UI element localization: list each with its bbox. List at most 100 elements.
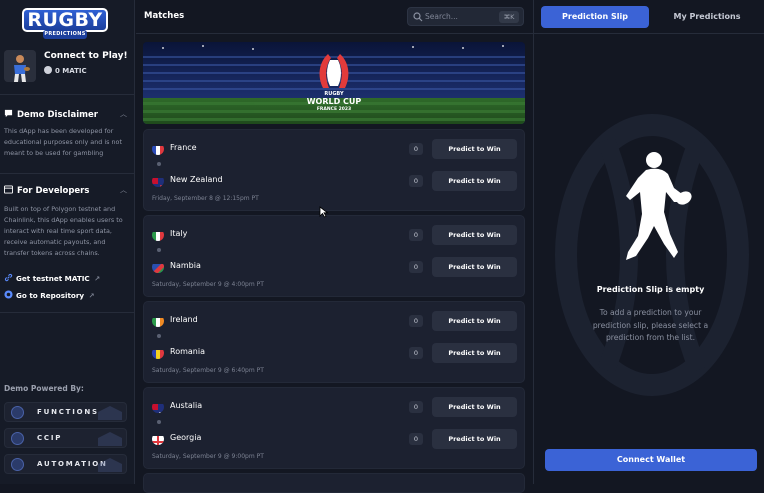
chainlink-hex-icon	[98, 406, 122, 420]
versus-dot	[157, 420, 161, 424]
team-name: Austalia	[170, 401, 203, 410]
chainlink-hex-icon	[98, 432, 122, 446]
banner-line3: FRANCE 2023	[316, 107, 352, 112]
service-label: FUNCTIONS	[37, 408, 99, 416]
match-date: Friday, September 8 @ 12:15pm PT	[152, 195, 259, 202]
tab-my-predictions[interactable]: My Predictions	[655, 6, 759, 28]
match-date: Saturday, September 9 @ 4:00pm PT	[152, 281, 264, 288]
service-label: CCIP	[37, 434, 63, 442]
disclaimer-text: This dApp has been developed for educati…	[4, 127, 122, 157]
flag-ireland-icon	[152, 315, 164, 327]
github-icon	[4, 290, 13, 299]
world-cup-banner: RUGBY WORLD CUP FRANCE 2023	[143, 42, 525, 124]
chat-bubble-icon	[4, 109, 13, 118]
prediction-count: 0	[409, 261, 423, 273]
get-testnet-matic-link[interactable]: Get testnet MATIC ↗	[4, 273, 100, 283]
predict-to-win-button[interactable]: Predict to Win	[432, 139, 517, 159]
flag-new-zealand-icon	[152, 175, 164, 187]
team-name: Italy	[170, 229, 188, 238]
developers-header[interactable]: For Developers	[4, 185, 89, 196]
prediction-count: 0	[409, 175, 423, 187]
external-link-icon: ↗	[88, 292, 95, 300]
empty-slip-text: To add a prediction to your prediction s…	[592, 308, 709, 342]
predict-to-win-button[interactable]: Predict to Win	[432, 171, 517, 191]
team-name: Ireland	[170, 315, 198, 324]
match-card: France New Zealand 0 0 Predict to Win Pr…	[143, 129, 525, 211]
search-icon	[413, 12, 423, 22]
matches-title: Matches	[144, 11, 185, 21]
match-card: Ireland Romania 0 0 Predict to Win Predi…	[143, 301, 525, 383]
disclaimer-title: Demo Disclaimer	[17, 110, 98, 120]
prediction-count: 0	[409, 229, 423, 241]
match-date: Saturday, September 9 @ 9:00pm PT	[152, 453, 264, 460]
player-avatar	[4, 50, 36, 82]
go-to-repository-link[interactable]: Go to Repository ↗	[4, 290, 94, 300]
match-card: Italy Nambia 0 0 Predict to Win Predict …	[143, 215, 525, 297]
predict-to-win-button[interactable]: Predict to Win	[432, 397, 517, 417]
predict-to-win-button[interactable]: Predict to Win	[432, 429, 517, 449]
flag-romania-icon	[152, 347, 164, 359]
divider	[534, 33, 764, 34]
divider	[0, 312, 134, 313]
developers-title: For Developers	[17, 186, 90, 196]
logo-title: RUGBY	[22, 8, 108, 32]
prediction-count: 0	[409, 315, 423, 327]
versus-dot	[157, 248, 161, 252]
team-name: France	[170, 143, 197, 152]
empty-slip-title: Prediction Slip is empty	[596, 285, 705, 294]
sidebar: RUGBY PREDICTIONS Connect to Play! 0 MAT…	[0, 0, 135, 484]
divider	[0, 173, 134, 174]
flag-georgia-icon	[152, 433, 164, 445]
connect-wallet-button[interactable]: Connect Wallet	[545, 449, 757, 471]
team-name: Georgia	[170, 433, 202, 442]
powered-by-label: Demo Powered By:	[4, 384, 84, 393]
versus-dot	[157, 334, 161, 338]
chevron-up-icon[interactable]: ︿	[120, 185, 127, 195]
connect-to-play-title[interactable]: Connect to Play!	[44, 51, 128, 61]
rugby-player-silhouette-icon	[626, 152, 692, 260]
predict-to-win-button[interactable]: Predict to Win	[432, 311, 517, 331]
repository-link-label: Go to Repository	[16, 291, 85, 300]
flag-france-icon	[152, 143, 164, 155]
matic-balance-text: 0 MATIC	[55, 67, 87, 75]
prediction-count: 0	[409, 401, 423, 413]
predict-to-win-button[interactable]: Predict to Win	[432, 225, 517, 245]
search-input[interactable]: Search... ⌘K	[407, 7, 524, 26]
match-card: Austalia Georgia 0 0 Predict to Win Pred…	[143, 387, 525, 469]
prediction-count: 0	[409, 433, 423, 445]
disclaimer-header[interactable]: Demo Disclaimer	[4, 109, 98, 120]
matic-balance: 0 MATIC	[44, 66, 87, 75]
match-card	[143, 473, 525, 493]
team-name: New Zealand	[170, 175, 223, 184]
chainlink-hex-icon	[98, 458, 122, 472]
team-name: Romania	[170, 347, 205, 356]
versus-dot	[157, 162, 161, 166]
team-name: Nambia	[170, 261, 201, 270]
predict-to-win-button[interactable]: Predict to Win	[432, 343, 517, 363]
automation-icon	[11, 458, 24, 471]
developers-text: Built on top of Polygon testnet and Chai…	[4, 205, 123, 257]
flag-italy-icon	[152, 229, 164, 241]
match-date: Saturday, September 9 @ 6:40pm PT	[152, 367, 264, 374]
divider	[0, 94, 134, 95]
ccip-icon	[11, 432, 24, 445]
banner-line2: WORLD CUP	[306, 97, 362, 106]
service-functions[interactable]: FUNCTIONS	[4, 402, 127, 422]
prediction-count: 0	[409, 347, 423, 359]
matic-coin-icon	[44, 66, 52, 74]
search-shortcut: ⌘K	[499, 11, 519, 23]
link-icon	[4, 273, 13, 282]
chevron-up-icon[interactable]: ︿	[120, 109, 127, 119]
functions-icon	[11, 406, 24, 419]
rugby-predictions-logo[interactable]: RUGBY PREDICTIONS	[22, 8, 108, 39]
service-automation[interactable]: AUTOMATION	[4, 454, 127, 474]
logo-subtitle: PREDICTIONS	[43, 30, 87, 39]
search-placeholder: Search...	[425, 12, 458, 21]
tab-prediction-slip[interactable]: Prediction Slip	[541, 6, 649, 28]
service-ccip[interactable]: CCIP	[4, 428, 127, 448]
predict-to-win-button[interactable]: Predict to Win	[432, 257, 517, 277]
flag-namibia-icon	[152, 261, 164, 273]
code-window-icon	[4, 185, 13, 194]
external-link-icon: ↗	[94, 275, 101, 283]
flag-australia-icon	[152, 401, 164, 413]
